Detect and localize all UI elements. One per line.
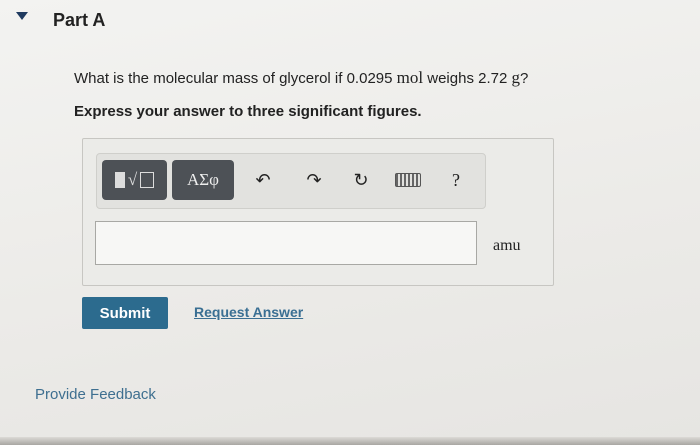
template-square-icon <box>114 172 125 188</box>
question-unit-mol: mol <box>396 68 424 87</box>
submit-button[interactable]: Submit <box>82 297 168 329</box>
math-toolbar: √ ΑΣφ ↶ ↷ ↻ ? <box>96 153 486 209</box>
greek-symbols-button[interactable]: ΑΣφ <box>172 160 234 200</box>
reset-icon[interactable]: ↻ <box>347 166 375 194</box>
provide-feedback-link[interactable]: Provide Feedback <box>35 386 156 403</box>
answer-panel: √ ΑΣφ ↶ ↷ ↻ ? amu <box>82 138 554 286</box>
question-prefix: What is the molecular mass of glycerol i… <box>74 70 397 87</box>
question-unit-g: g <box>511 68 520 87</box>
template-box-icon <box>140 172 155 188</box>
request-answer-link[interactable]: Request Answer <box>194 304 303 320</box>
question-text: What is the molecular mass of glycerol i… <box>74 68 528 88</box>
undo-icon[interactable]: ↶ <box>249 166 277 194</box>
keyboard-shape <box>395 173 421 187</box>
redo-icon[interactable]: ↷ <box>300 166 328 194</box>
square-root-icon: √ <box>127 170 138 189</box>
part-header[interactable] <box>22 0 682 42</box>
keyboard-icon[interactable] <box>394 166 422 194</box>
page-bottom-edge <box>0 437 700 445</box>
instruction-text: Express your answer to three significant… <box>74 103 422 120</box>
unit-label: amu <box>493 237 521 254</box>
help-icon[interactable]: ? <box>442 166 470 194</box>
question-middle: weighs 2.72 <box>423 70 512 87</box>
templates-button[interactable]: √ <box>102 160 167 200</box>
part-title: Part A <box>53 10 106 30</box>
question-suffix: ? <box>519 70 529 87</box>
collapse-triangle-icon[interactable] <box>16 12 28 20</box>
answer-input[interactable] <box>95 221 477 265</box>
